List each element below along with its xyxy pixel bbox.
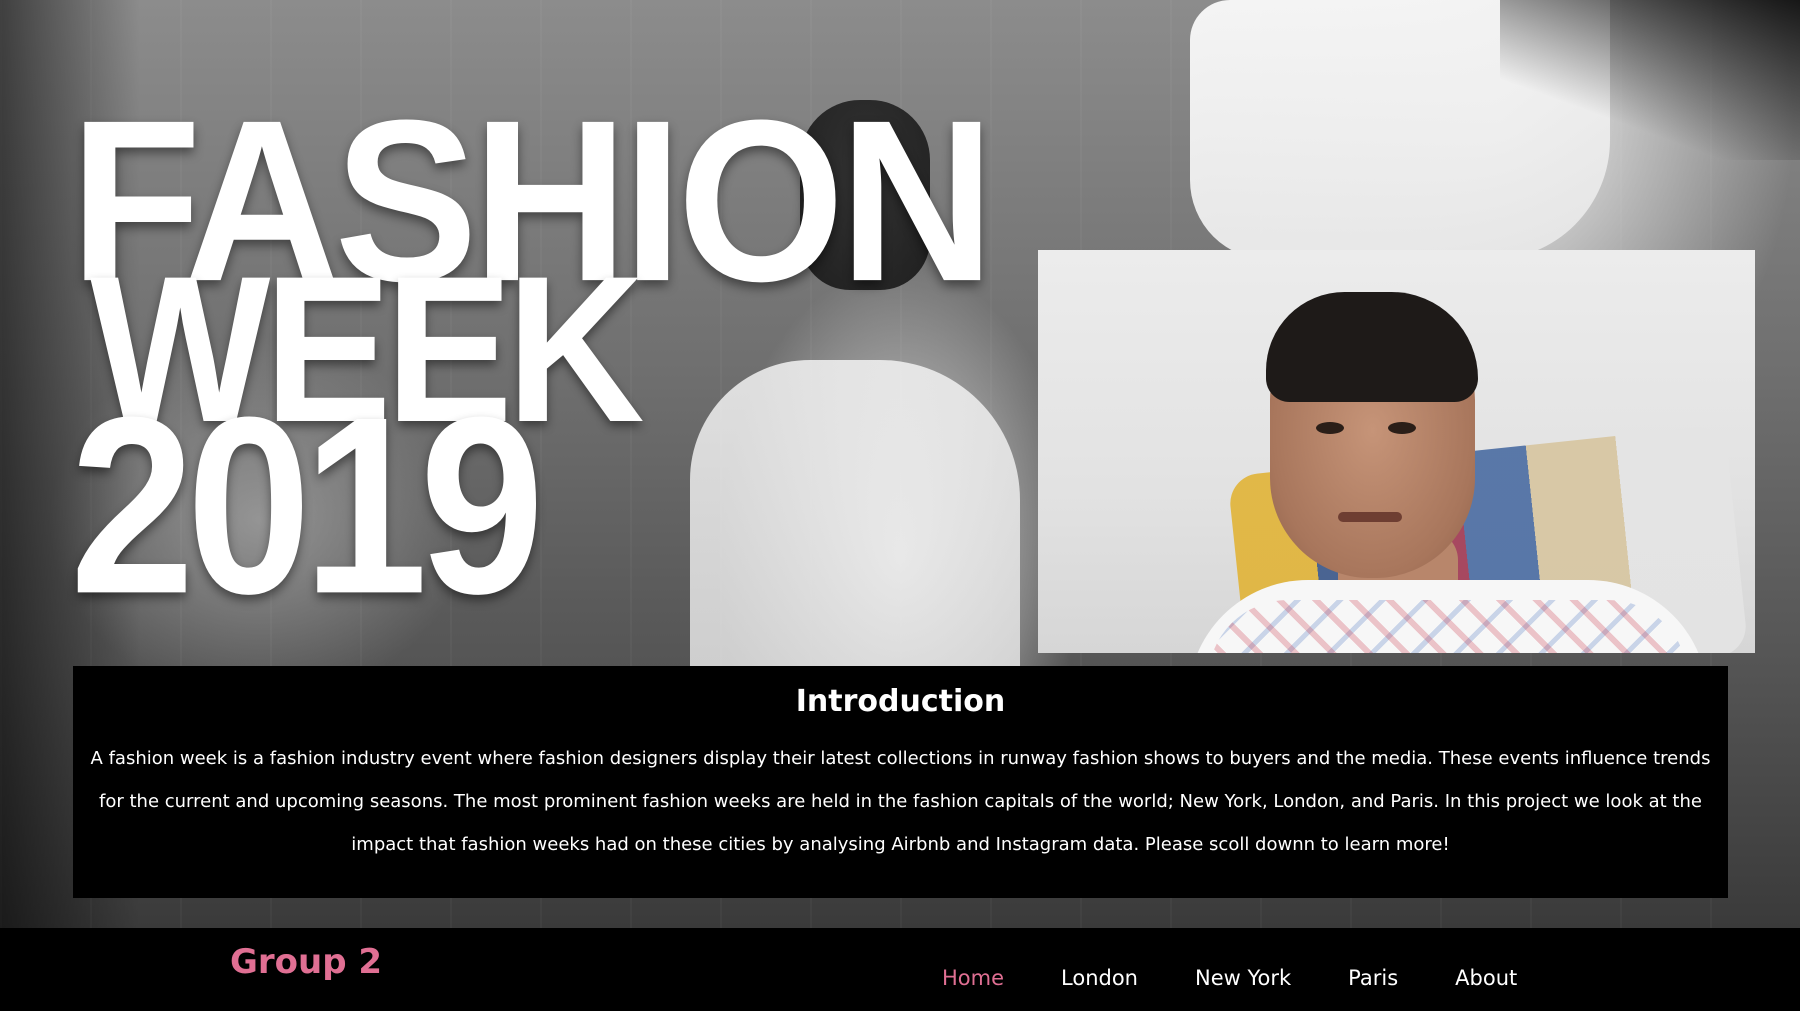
webcam-hair <box>1266 292 1478 402</box>
nav-item-new-york[interactable]: New York <box>1195 966 1291 990</box>
brand-logo[interactable]: Group 2 <box>230 942 382 982</box>
introduction-text: A fashion week is a fashion industry eve… <box>90 748 1711 855</box>
webcam-eye-left <box>1316 422 1344 434</box>
nav-item-about[interactable]: About <box>1455 966 1517 990</box>
introduction-title: Introduction <box>795 684 1006 719</box>
webcam-mouth <box>1338 512 1402 522</box>
nav-links: Home London New York Paris About <box>942 958 1517 998</box>
background-model-head <box>800 100 930 290</box>
navbar: Group 2 Home London New York Paris About <box>0 928 1800 1011</box>
background-shade-top-right <box>1500 0 1800 160</box>
webcam-shirt-pattern <box>1208 600 1688 653</box>
webcam-eye-right <box>1388 422 1416 434</box>
nav-item-home[interactable]: Home <box>942 966 1004 990</box>
webcam-overlay <box>1038 250 1755 653</box>
nav-item-paris[interactable]: Paris <box>1348 966 1398 990</box>
introduction-section: Introduction A fashion week is a fashion… <box>73 666 1728 898</box>
nav-item-london[interactable]: London <box>1061 966 1138 990</box>
